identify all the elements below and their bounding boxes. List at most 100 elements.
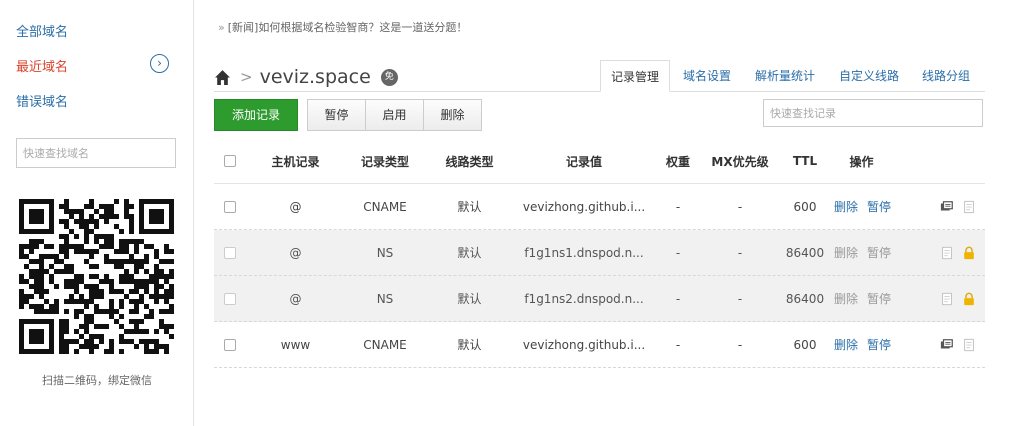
mx-cell: - <box>737 337 743 352</box>
pause-record-link: 暂停 <box>867 246 892 260</box>
select-all-checkbox[interactable] <box>224 155 236 167</box>
delete-record-link: 删除 <box>834 292 859 306</box>
news-text[interactable]: [新闻]如何根据域名检验智商？这是一道送分题！ <box>228 21 468 34</box>
type-cell[interactable]: CNAME <box>344 184 426 229</box>
weight-cell: - <box>675 291 681 306</box>
line-cell[interactable]: 默认 <box>426 184 513 229</box>
lock-icon <box>964 246 974 259</box>
ttl-cell: 86400 <box>785 245 825 260</box>
note-icon[interactable] <box>940 246 954 260</box>
mx-cell: - <box>737 245 743 260</box>
ttl-cell[interactable]: 600 <box>775 322 835 367</box>
ops-cell: 删除 暂停 <box>834 230 892 275</box>
row-checkbox-cell <box>220 322 240 367</box>
remark-icon[interactable] <box>940 338 954 352</box>
line-cell: 默认 <box>457 246 482 260</box>
lock-icon <box>964 292 974 305</box>
type-cell[interactable]: CNAME <box>344 322 426 367</box>
delete-button[interactable]: 删除 <box>423 99 482 131</box>
breadcrumb-separator: > <box>240 68 253 86</box>
tab-record-management[interactable]: 记录管理 <box>600 60 671 92</box>
row-icons <box>936 184 980 229</box>
line-cell: 默认 <box>457 292 482 306</box>
table-row: @ CNAME 默认 vevizhong.github.i... - - 600… <box>214 184 985 230</box>
domain-name: veviz.space <box>259 66 371 88</box>
enable-button[interactable]: 启用 <box>365 99 424 131</box>
delete-record-link[interactable]: 删除 <box>834 336 858 353</box>
news-banner[interactable]: » [新闻]如何根据域名检验智商？这是一道送分题！ <box>218 19 467 35</box>
record-search-input[interactable] <box>763 99 983 127</box>
header-ttl: TTL <box>792 154 818 168</box>
delete-record-link: 删除 <box>834 246 859 260</box>
host-cell[interactable]: @ <box>254 184 337 229</box>
ops-cell: 删除 暂停 <box>834 184 891 229</box>
row-icons <box>936 322 980 367</box>
expand-arrow-icon[interactable]: › <box>150 54 169 73</box>
news-arrow-icon: » <box>218 21 225 34</box>
header-mx: MX优先级 <box>711 154 769 169</box>
note-icon[interactable] <box>962 200 976 214</box>
sidebar-item-error-domains[interactable]: 错误域名 <box>16 91 68 110</box>
domain-search-input[interactable] <box>16 138 176 168</box>
host-cell: @ <box>289 291 302 306</box>
row-checkbox-cell <box>220 184 240 229</box>
row-checkbox[interactable] <box>224 200 236 213</box>
ttl-cell: 86400 <box>785 291 825 306</box>
tab-resolution-stats[interactable]: 解析量统计 <box>755 60 815 92</box>
pause-record-link: 暂停 <box>867 292 892 306</box>
header-weight: 权重 <box>665 154 690 169</box>
pause-button[interactable]: 暂停 <box>307 99 366 131</box>
pause-record-link[interactable]: 暂停 <box>867 198 891 215</box>
header-ops: 操作 <box>849 154 874 169</box>
host-cell: @ <box>289 245 302 260</box>
sidebar-item-recent-domains[interactable]: 最近域名 <box>16 56 68 75</box>
domain-header: > veviz.space 免 <box>214 62 398 92</box>
header-value: 记录值 <box>565 154 602 169</box>
table-row: @ NS 默认 f1g1ns1.dnspod.n... - - 86400 删除… <box>214 230 985 276</box>
table-row: www CNAME 默认 vevizhong.github.i... - - 6… <box>214 322 985 368</box>
type-cell: NS <box>376 245 394 260</box>
tab-custom-lines[interactable]: 自定义线路 <box>839 60 899 92</box>
type-cell: NS <box>376 291 394 306</box>
ops-cell: 删除 暂停 <box>834 276 892 321</box>
row-checkbox-cell <box>220 276 240 321</box>
line-cell[interactable]: 默认 <box>426 322 513 367</box>
wechat-qr-code <box>19 199 174 354</box>
records-table: 主机记录 记录类型 线路类型 记录值 权重 MX优先级 TTL 操作 @ CNA… <box>214 139 985 368</box>
sidebar-item-all-domains[interactable]: 全部域名 <box>16 21 68 40</box>
row-icons <box>936 230 980 275</box>
row-checkbox[interactable] <box>224 246 236 259</box>
sidebar: 全部域名 最近域名 › 错误域名 扫描二维码，绑定微信 <box>0 0 194 426</box>
pause-record-link[interactable]: 暂停 <box>867 336 891 353</box>
ttl-cell[interactable]: 600 <box>775 184 835 229</box>
ops-cell: 删除 暂停 <box>834 322 891 367</box>
remark-icon[interactable] <box>940 200 954 214</box>
value-cell[interactable]: vevizhong.github.i... <box>514 322 654 367</box>
delete-record-link[interactable]: 删除 <box>834 198 858 215</box>
row-checkbox[interactable] <box>224 338 236 351</box>
mx-cell: - <box>737 291 743 306</box>
weight-cell: - <box>675 337 681 352</box>
add-record-button[interactable]: 添加记录 <box>214 99 298 131</box>
row-checkbox[interactable] <box>224 292 236 305</box>
tab-line-groups[interactable]: 线路分组 <box>922 60 970 92</box>
record-actions-group: 暂停 启用 删除 <box>307 99 482 131</box>
header-host: 主机记录 <box>271 154 320 169</box>
header-type: 记录类型 <box>360 154 409 169</box>
host-cell[interactable]: www <box>254 322 337 367</box>
home-icon[interactable] <box>214 69 231 86</box>
table-row: @ NS 默认 f1g1ns2.dnspod.n... - - 86400 删除… <box>214 276 985 322</box>
qr-caption: 扫描二维码，绑定微信 <box>42 374 152 387</box>
free-plan-badge[interactable]: 免 <box>380 68 398 86</box>
mx-cell: - <box>737 199 743 214</box>
select-all-cell <box>220 139 240 183</box>
tab-domain-settings[interactable]: 域名设置 <box>683 60 731 92</box>
note-icon[interactable] <box>962 338 976 352</box>
value-cell: f1g1ns2.dnspod.n... <box>524 291 644 306</box>
table-header: 主机记录 记录类型 线路类型 记录值 权重 MX优先级 TTL 操作 <box>214 139 985 184</box>
weight-cell: - <box>675 199 681 214</box>
value-cell: f1g1ns1.dnspod.n... <box>524 245 644 260</box>
note-icon[interactable] <box>940 292 954 306</box>
domain-tabs: 记录管理 域名设置 解析量统计 自定义线路 线路分组 <box>600 60 985 92</box>
value-cell[interactable]: vevizhong.github.i... <box>514 184 654 229</box>
